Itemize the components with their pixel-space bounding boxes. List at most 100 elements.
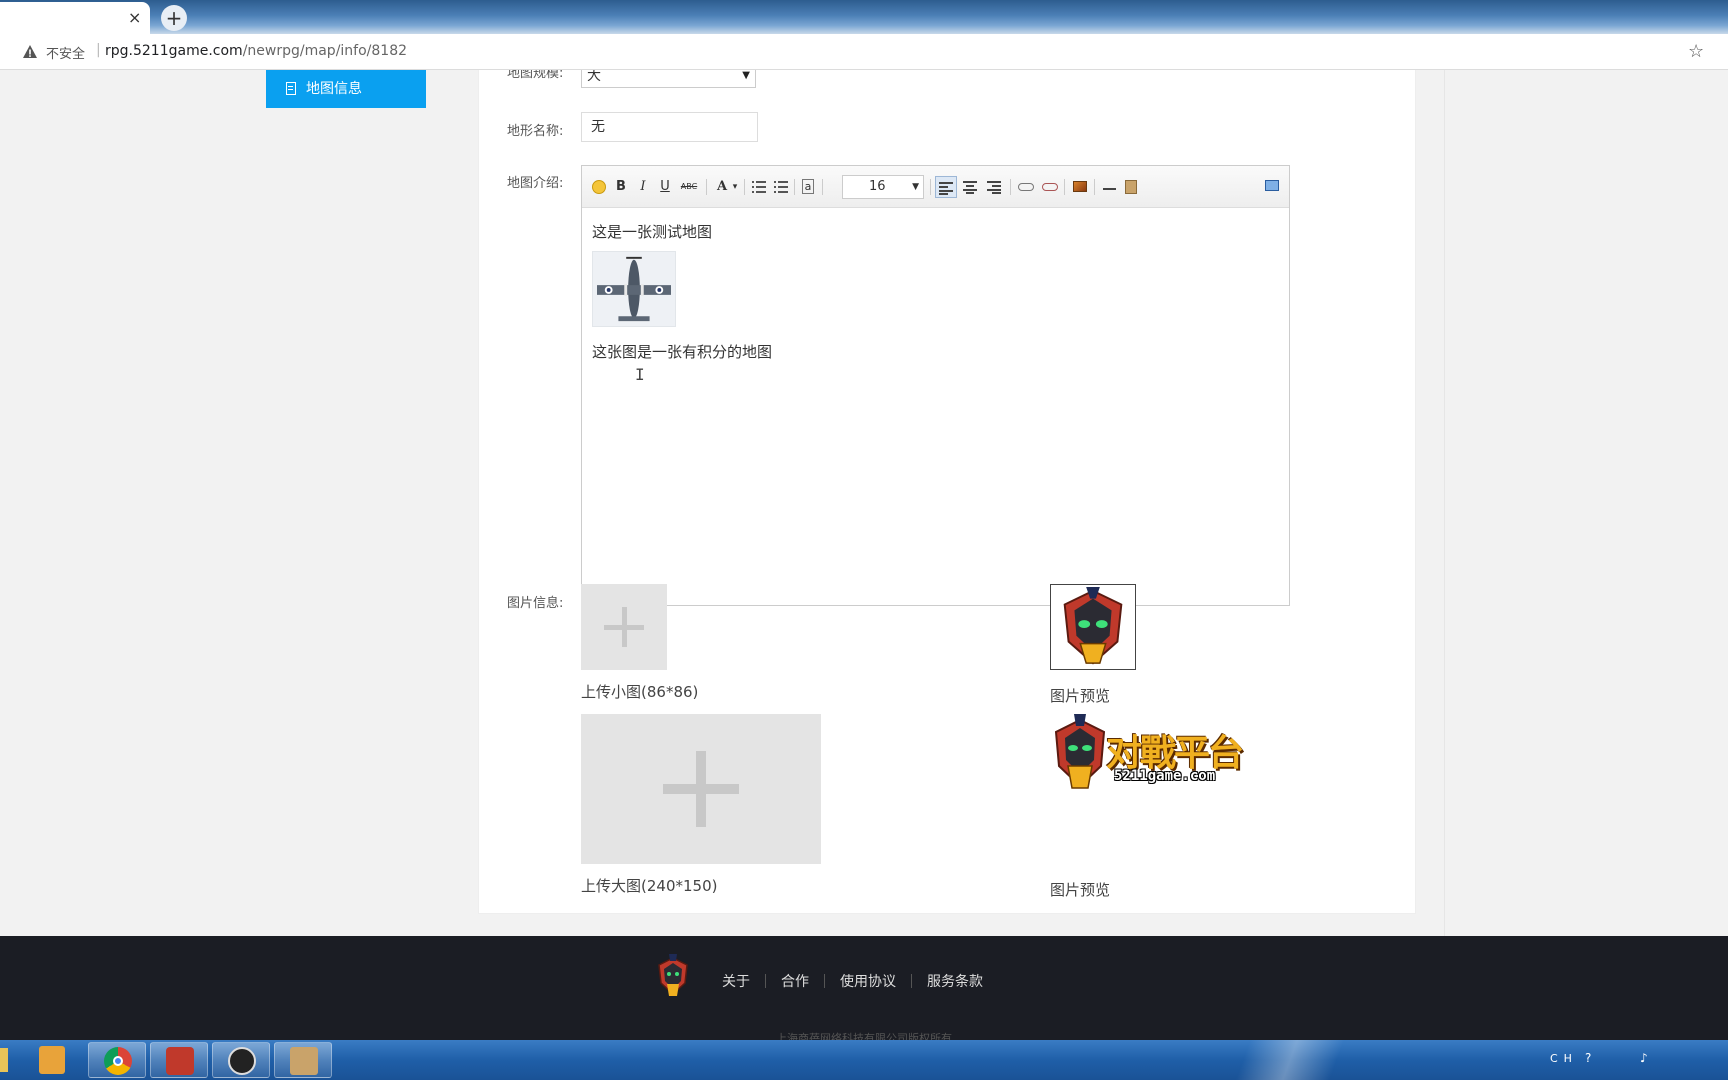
taskbar-chrome[interactable] — [88, 1042, 146, 1078]
toolbar-divider — [744, 179, 745, 195]
new-tab-button[interactable]: + — [161, 5, 187, 31]
footer-divider — [765, 974, 766, 988]
media-player-icon — [39, 1046, 65, 1074]
editor-line-1: 这是一张测试地图 — [592, 223, 713, 241]
toolbar-divider — [794, 179, 795, 195]
sidebar-item-map-info[interactable]: 地图信息 — [266, 70, 426, 108]
divider — [1444, 70, 1445, 936]
link-icon — [1018, 183, 1034, 191]
terrain-name-input[interactable]: 无 — [581, 112, 758, 142]
toolbar-divider — [930, 179, 931, 195]
terrain-name-label: 地形名称: — [507, 124, 564, 139]
editor-toolbar: B I U ABC A ▾ a 16 ▼ — [582, 166, 1289, 208]
toolbar-divider — [1094, 179, 1095, 195]
url-path: /newrpg/map/info/8182 — [242, 43, 408, 59]
emoji-button[interactable] — [590, 176, 608, 198]
bookmark-star-icon[interactable]: ☆ — [1688, 41, 1704, 62]
chrome-icon-center — [113, 1056, 123, 1066]
map-size-select[interactable]: 大 ▼ — [581, 70, 756, 88]
ordered-list-icon — [752, 181, 766, 193]
horizontal-rule-icon — [1102, 188, 1116, 190]
big-image-preview: 对戰平台 5211game.com — [1050, 714, 1270, 794]
airplane-image[interactable] — [592, 251, 676, 327]
upload-big-image-button[interactable] — [581, 714, 821, 864]
font-color-dropdown-icon[interactable]: ▾ — [730, 176, 740, 198]
text-cursor-icon: I — [635, 365, 645, 384]
footer-links: 关于 合作 使用协议 服务条款 — [722, 971, 983, 991]
font-size-select[interactable]: 16 ▼ — [842, 175, 924, 199]
align-center-button[interactable] — [960, 176, 980, 198]
ordered-list-button[interactable] — [750, 176, 768, 198]
toolbar-divider — [706, 179, 707, 195]
taskbar-game-platform[interactable] — [150, 1042, 208, 1078]
taskbar-media-player[interactable] — [22, 1042, 80, 1078]
upload-small-image-button[interactable] — [581, 584, 667, 670]
clipboard-icon — [1125, 180, 1137, 194]
taskbar-obs[interactable] — [212, 1042, 270, 1078]
sidebar-item-label: 地图信息 — [306, 81, 362, 97]
remove-link-button[interactable] — [1040, 176, 1060, 198]
map-intro-label: 地图介绍: — [507, 176, 564, 191]
chevron-down-icon: ▼ — [912, 182, 919, 192]
source-view-button[interactable] — [1262, 176, 1282, 198]
footer-link-service-terms[interactable]: 服务条款 — [927, 971, 983, 991]
url-separator: | — [96, 42, 101, 58]
underline-button[interactable]: U — [656, 176, 674, 198]
system-tray-language[interactable]: CH — [1550, 1052, 1578, 1065]
small-upload-caption: 上传小图(86*86) — [581, 683, 699, 701]
insert-image-button[interactable] — [1070, 176, 1090, 198]
map-size-value: 大 — [587, 70, 601, 84]
toolbar-divider — [1064, 179, 1065, 195]
platform-logo-domain: 5211game.com — [1114, 768, 1216, 784]
footer-logo[interactable] — [656, 954, 690, 998]
obs-icon — [228, 1047, 256, 1075]
horizontal-rule-button[interactable] — [1100, 176, 1118, 198]
platform-logo-emblem — [1054, 714, 1106, 789]
help-icon[interactable]: ? — [1585, 1051, 1591, 1065]
footer-link-about[interactable]: 关于 — [722, 971, 750, 991]
align-center-icon — [963, 181, 977, 194]
document-icon — [286, 82, 296, 95]
bold-button[interactable]: B — [612, 176, 630, 198]
site-footer: 关于 合作 使用协议 服务条款 上海商蓓网络科技有限公司版权所有 — [0, 936, 1728, 1045]
editor-content[interactable]: 这是一张测试地图 这张图是一张有积分的地图 I — [582, 209, 1289, 605]
align-right-button[interactable] — [984, 176, 1004, 198]
taskbar-editor[interactable] — [274, 1042, 332, 1078]
address-bar[interactable]: 不安全 | rpg.5211game.com/newrpg/map/info/8… — [0, 34, 1728, 70]
big-upload-caption: 上传大图(240*150) — [581, 877, 718, 895]
browser-tab[interactable]: × — [0, 2, 150, 34]
footer-divider — [824, 974, 825, 988]
chevron-down-icon: ▼ — [742, 70, 750, 81]
italic-button[interactable]: I — [634, 176, 652, 198]
big-preview-caption: 图片预览 — [1050, 881, 1111, 899]
url-text[interactable]: rpg.5211game.com/newrpg/map/info/8182 — [105, 43, 407, 59]
align-right-icon — [987, 181, 1001, 194]
map-size-label: 地图规模: — [507, 70, 564, 81]
align-left-button[interactable] — [935, 176, 957, 198]
align-left-icon — [939, 182, 953, 195]
volume-icon[interactable]: ♪ — [1640, 1051, 1648, 1065]
paste-button[interactable] — [1122, 176, 1140, 198]
strikethrough-button[interactable]: ABC — [678, 176, 700, 198]
footer-link-terms-of-use[interactable]: 使用协议 — [840, 971, 896, 991]
text-box-label: a — [801, 179, 815, 194]
smiley-icon — [592, 180, 606, 194]
unlink-icon — [1042, 183, 1058, 191]
game-platform-icon — [166, 1047, 194, 1075]
small-image-preview — [1050, 584, 1136, 670]
unordered-list-button[interactable] — [772, 176, 790, 198]
font-color-button[interactable]: A — [714, 176, 730, 198]
page-viewport: 地图信息 地图规模: 大 ▼ 地形名称: 无 地图介绍: B I U ABC A… — [0, 70, 1728, 936]
close-tab-icon[interactable]: × — [128, 7, 141, 29]
folder-icon[interactable] — [0, 1048, 8, 1072]
monitor-icon — [1265, 180, 1279, 191]
footer-link-cooperation[interactable]: 合作 — [781, 971, 809, 991]
insert-link-button[interactable] — [1016, 176, 1036, 198]
security-label[interactable]: 不安全 — [46, 43, 85, 62]
small-preview-caption: 图片预览 — [1050, 687, 1111, 705]
toolbar-divider — [822, 179, 823, 195]
text-box-button[interactable]: a — [800, 176, 816, 198]
font-size-value: 16 — [869, 179, 886, 194]
warning-icon[interactable] — [22, 44, 38, 60]
image-info-label: 图片信息: — [507, 596, 564, 611]
